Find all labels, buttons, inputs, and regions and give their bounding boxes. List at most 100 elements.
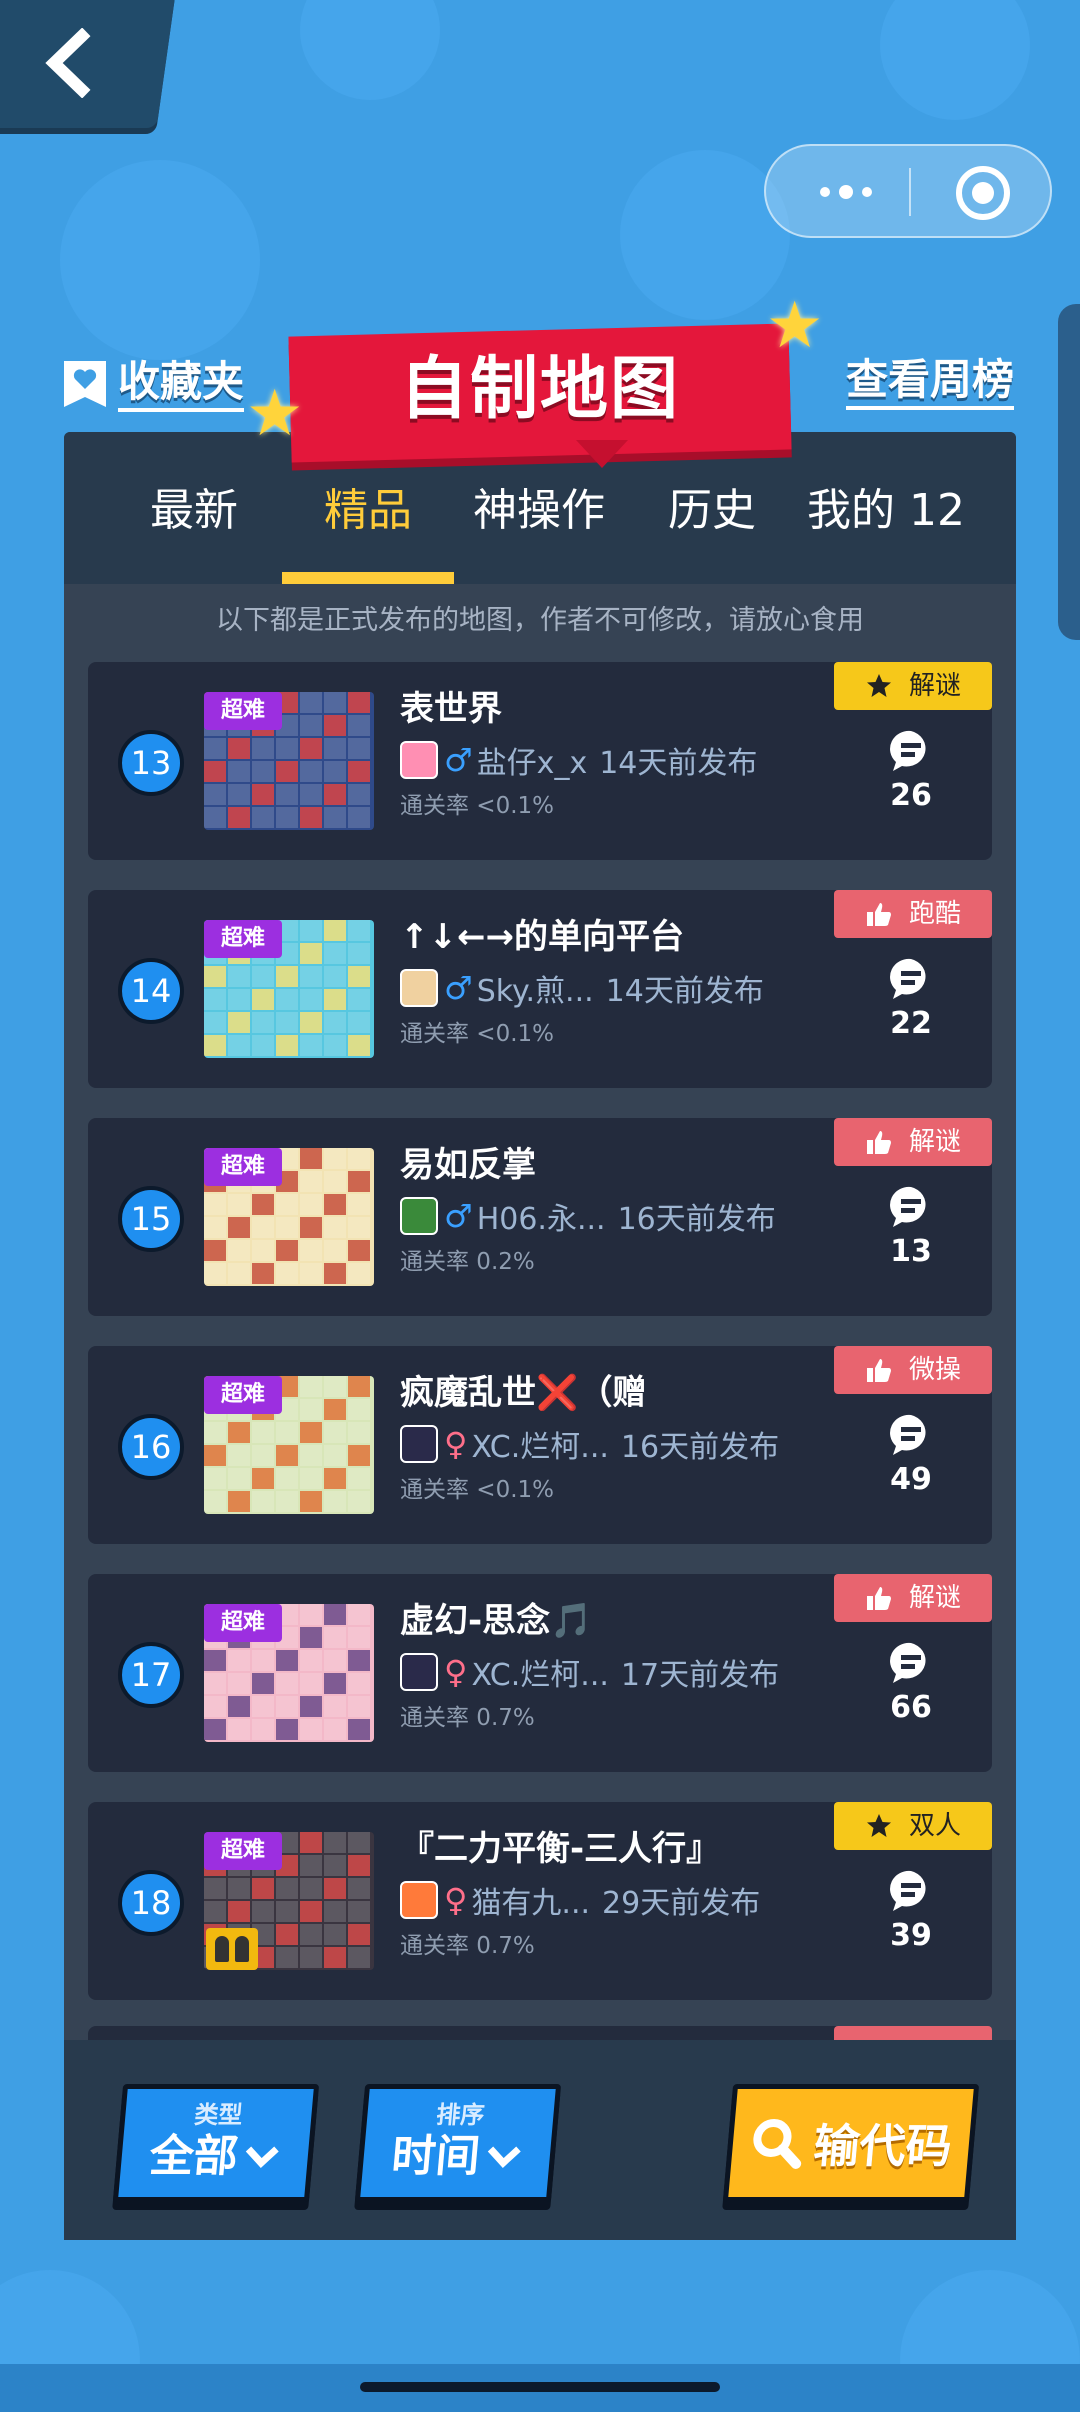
heart-bookmark-icon	[64, 361, 106, 407]
star-icon	[866, 1814, 891, 1837]
favorites-button[interactable]: 收藏夹	[62, 354, 245, 414]
avatar	[400, 1425, 438, 1463]
avatar	[400, 1653, 438, 1691]
speech-bubble-icon	[890, 1186, 926, 1227]
tab-featured[interactable]: 精品	[306, 476, 430, 546]
avatar	[400, 741, 438, 779]
target-close-icon[interactable]	[956, 166, 1010, 220]
comment-count: 22	[890, 1006, 932, 1041]
publish-time: 14天前发布	[605, 974, 764, 1009]
rank-badge: 13	[118, 730, 184, 796]
pass-rate: 通关率 <0.1%	[400, 1477, 555, 1503]
map-title: 『二力平衡-三人行』	[400, 1829, 721, 1869]
category-tag: 解谜	[834, 662, 992, 710]
mini-program-capsule	[764, 144, 1052, 238]
avatar	[400, 1197, 438, 1235]
bg-decoration	[300, 0, 440, 100]
map-card[interactable]: 15 超难 易如反掌 ♂ H06.永... 16天前发布 通关率 0.2% 解谜 13	[88, 1118, 992, 1316]
map-card[interactable]: 14 超难 ↑↓←→的单向平台 ♂ Sky.煎... 14天前发布 通关率 <0.1% 跑酷 2…	[88, 890, 992, 1088]
chevron-down-icon	[487, 2146, 521, 2168]
publish-time: 16天前发布	[617, 1202, 776, 1237]
difficulty-badge: 超难	[204, 920, 282, 958]
map-card[interactable]: 18 超难 『二力平衡-三人行』 ♀ 猫有九... 29天前发布 通关率 0.7% 双人 39	[88, 1802, 992, 2000]
avatar	[400, 1881, 438, 1919]
category-tag-label: 双人	[908, 1811, 961, 1841]
author-name: 盐仔x_x	[476, 746, 588, 781]
home-indicator[interactable]	[360, 2382, 720, 2392]
category-tag: 解谜	[834, 1574, 992, 1622]
thumbs-up-icon	[866, 1587, 891, 1610]
speech-bubble-icon	[890, 1414, 926, 1455]
comment-count: 66	[890, 1690, 932, 1725]
comment-button[interactable]: 39	[886, 1868, 936, 1954]
gender-icon: ♀	[444, 1881, 468, 1919]
magnifier-icon	[753, 2119, 802, 2169]
two-player-icon	[206, 1928, 258, 1970]
author-row[interactable]: ♀ XC.烂柯... 16天前发布	[400, 1422, 779, 1466]
author-name: 猫有九...	[471, 1886, 591, 1921]
speech-bubble-icon	[890, 958, 926, 999]
category-tag-label: 微操	[908, 1355, 961, 1385]
speech-bubble-icon	[890, 1642, 926, 1683]
sparkle-star-icon: ★	[246, 377, 304, 451]
weekly-ranking-link[interactable]: 查看周榜	[845, 354, 1014, 410]
author-row[interactable]: ♀ XC.烂柯... 17天前发布	[400, 1650, 779, 1694]
category-tag-label: 解谜	[908, 671, 961, 701]
side-handle[interactable]	[1058, 304, 1080, 640]
rank-badge: 18	[118, 1870, 184, 1936]
comment-button[interactable]: 26	[886, 728, 936, 814]
comment-button[interactable]: 66	[886, 1640, 936, 1726]
author-row[interactable]: ♂ 盐仔x_x 14天前发布	[400, 738, 757, 782]
category-tag: 跑酷	[834, 890, 992, 938]
type-filter-value: 全部	[147, 2131, 241, 2182]
author-row[interactable]: ♂ H06.永... 16天前发布	[400, 1194, 776, 1238]
banner-tail	[576, 440, 628, 468]
map-card[interactable]: 13 超难 表世界 ♂ 盐仔x_x 14天前发布 通关率 <0.1% 解谜 26	[88, 662, 992, 860]
rank-badge: 15	[118, 1186, 184, 1252]
thumbs-up-icon	[866, 1131, 891, 1154]
active-tab-indicator	[282, 572, 454, 584]
comment-button[interactable]: 22	[886, 956, 936, 1042]
author-row[interactable]: ♂ Sky.煎... 14天前发布	[400, 966, 764, 1010]
tab-mine[interactable]: 我的 12	[800, 476, 972, 546]
rank-badge: 16	[118, 1414, 184, 1480]
star-icon	[866, 674, 891, 697]
type-filter-button[interactable]: 类型 全部	[112, 2084, 320, 2202]
map-title: 疯魔乱世❌（赠	[400, 1373, 647, 1413]
difficulty-badge: 超难	[204, 1376, 282, 1414]
pass-rate: 通关率 <0.1%	[400, 793, 555, 819]
sparkle-star-icon: ★	[766, 289, 824, 363]
speech-bubble-icon	[890, 1870, 926, 1911]
difficulty-badge: 超难	[204, 1148, 282, 1186]
thumbs-up-icon	[866, 1359, 891, 1382]
comment-button[interactable]: 49	[886, 1412, 936, 1498]
category-tag	[834, 2026, 992, 2040]
publish-time: 29天前发布	[602, 1886, 761, 1921]
favorites-label: 收藏夹	[118, 356, 245, 412]
gender-icon: ♀	[444, 1653, 468, 1691]
bg-decoration	[620, 150, 790, 320]
author-name: XC.烂柯...	[471, 1658, 609, 1693]
gender-icon: ♂	[444, 741, 473, 779]
map-card[interactable]: 17 超难 虚幻-思念🎵 ♀ XC.烂柯... 17天前发布 通关率 0.7% 解谜 66	[88, 1574, 992, 1772]
comment-button[interactable]: 13	[886, 1184, 936, 1270]
tab-history[interactable]: 历史	[650, 476, 774, 546]
rank-badge: 14	[118, 958, 184, 1024]
tab-latest[interactable]: 最新	[134, 476, 254, 546]
chevron-left-icon[interactable]	[40, 28, 100, 98]
author-name: H06.永...	[476, 1202, 606, 1237]
chevron-down-icon	[245, 2146, 279, 2168]
thumbs-up-icon	[866, 903, 891, 926]
enter-code-button[interactable]: 输代码	[722, 2084, 980, 2202]
comment-count: 13	[890, 1234, 932, 1269]
avatar	[400, 969, 438, 1007]
map-card[interactable]: 16 超难 疯魔乱世❌（赠 ♀ XC.烂柯... 16天前发布通关率 <0.1% 微操 49	[88, 1346, 992, 1544]
bg-decoration	[880, 0, 1030, 120]
gender-icon: ♀	[444, 1425, 468, 1463]
enter-code-label: 输代码	[811, 2119, 955, 2173]
more-dots-icon[interactable]	[806, 170, 886, 214]
sort-button[interactable]: 排序 时间	[354, 2084, 562, 2202]
author-row[interactable]: ♀ 猫有九... 29天前发布	[400, 1878, 760, 1922]
pass-rate: 通关率 0.7%	[400, 1933, 535, 1959]
tab-skillful[interactable]: 神操作	[464, 476, 614, 546]
